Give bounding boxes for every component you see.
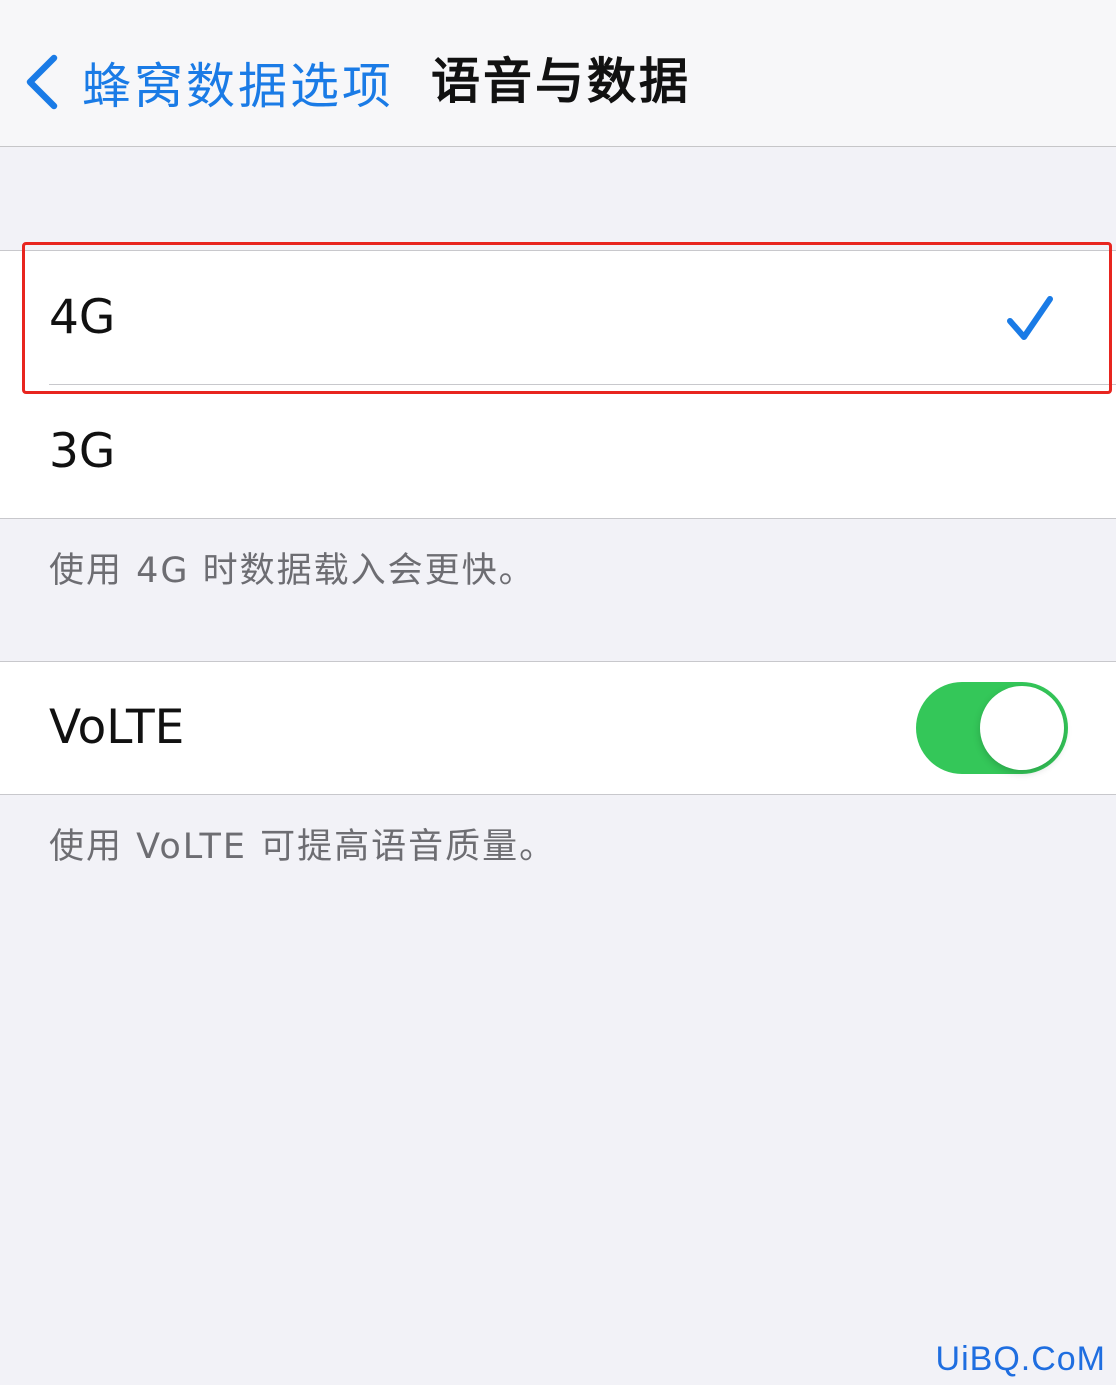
option-3g-row[interactable]: 3G <box>0 385 1116 519</box>
volte-footnote: 使用 VoLTE 可提高语音质量。 <box>49 827 557 867</box>
chevron-left-icon <box>26 54 58 110</box>
volte-label: VoLTE <box>49 700 185 755</box>
option-4g-label: 4G <box>49 290 116 345</box>
network-options-group: 4G 3G <box>0 250 1116 519</box>
volte-row: VoLTE <box>0 662 1116 794</box>
checkmark-icon <box>1007 296 1053 340</box>
toggle-knob <box>980 686 1064 770</box>
page-title: 语音与数据 <box>431 53 692 110</box>
watermark: UiBQ.CoM <box>935 1340 1106 1378</box>
option-3g-label: 3G <box>49 424 116 479</box>
back-button-label: 蜂窝数据选项 <box>82 57 395 115</box>
back-button[interactable]: 蜂窝数据选项 <box>22 44 394 120</box>
navigation-bar: 蜂窝数据选项 语音与数据 <box>0 0 1116 147</box>
option-4g-row[interactable]: 4G <box>0 251 1116 385</box>
volte-group: VoLTE <box>0 661 1116 795</box>
volte-toggle[interactable] <box>916 682 1068 774</box>
network-options-footnote: 使用 4G 时数据载入会更快。 <box>49 551 536 591</box>
